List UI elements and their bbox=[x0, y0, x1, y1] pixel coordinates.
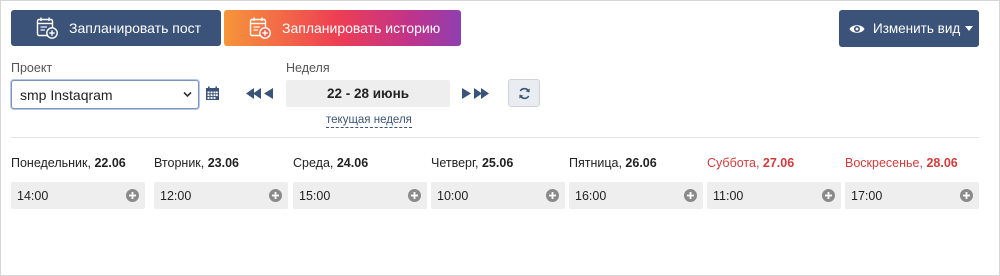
time-slot-monday[interactable]: 14:00 bbox=[11, 182, 145, 209]
change-view-button[interactable]: Изменить вид bbox=[839, 10, 979, 47]
plan-post-label: Запланировать пост bbox=[69, 20, 202, 36]
time-slot-thursday[interactable]: 10:00 bbox=[431, 182, 565, 209]
calendar-plus-icon bbox=[249, 17, 271, 39]
project-select-value: smp Instaqram bbox=[20, 86, 113, 103]
calendar-icon[interactable] bbox=[205, 86, 220, 101]
day-header-saturday: Суббота, 27.06 bbox=[707, 156, 795, 170]
add-circle-icon[interactable] bbox=[126, 189, 139, 202]
day-header-tuesday: Вторник, 23.06 bbox=[154, 156, 239, 170]
next-week-icon[interactable] bbox=[461, 87, 489, 100]
week-label: Неделя bbox=[286, 61, 330, 75]
add-circle-icon[interactable] bbox=[960, 189, 973, 202]
day-header-wednesday: Среда, 24.06 bbox=[293, 156, 369, 170]
eye-icon bbox=[849, 24, 865, 33]
day-header-monday: Понедельник, 22.06 bbox=[11, 156, 126, 170]
current-week-link[interactable]: текущая неделя bbox=[326, 114, 412, 128]
day-header-thursday: Четверг, 25.06 bbox=[431, 156, 514, 170]
add-circle-icon[interactable] bbox=[822, 189, 835, 202]
add-circle-icon[interactable] bbox=[684, 189, 697, 202]
add-circle-icon[interactable] bbox=[269, 189, 282, 202]
plan-post-button[interactable]: Запланировать пост bbox=[11, 10, 221, 46]
time-slot-tuesday[interactable]: 12:00 bbox=[154, 182, 288, 209]
chevron-down-icon bbox=[183, 91, 192, 98]
refresh-button[interactable] bbox=[508, 79, 540, 107]
add-circle-icon[interactable] bbox=[408, 189, 421, 202]
project-label: Проект bbox=[11, 61, 53, 75]
prev-week-icon[interactable] bbox=[246, 87, 274, 100]
refresh-icon bbox=[518, 87, 530, 99]
change-view-label: Изменить вид bbox=[873, 21, 961, 36]
time-slot-sunday[interactable]: 17:00 bbox=[845, 182, 979, 209]
add-circle-icon[interactable] bbox=[546, 189, 559, 202]
caret-down-icon bbox=[965, 25, 974, 31]
calendar-plus-icon bbox=[36, 17, 58, 39]
week-range: 22 - 28 июнь bbox=[286, 80, 450, 107]
time-slot-wednesday[interactable]: 15:00 bbox=[293, 182, 427, 209]
time-slot-friday[interactable]: 16:00 bbox=[569, 182, 703, 209]
divider bbox=[11, 137, 979, 138]
time-slot-saturday[interactable]: 11:00 bbox=[707, 182, 841, 209]
project-select[interactable]: smp Instaqram bbox=[11, 80, 199, 109]
plan-story-label: Запланировать историю bbox=[282, 20, 441, 36]
day-header-sunday: Воскресенье, 28.06 bbox=[845, 156, 958, 170]
plan-story-button[interactable]: Запланировать историю bbox=[224, 10, 461, 46]
day-header-friday: Пятница, 26.06 bbox=[569, 156, 657, 170]
